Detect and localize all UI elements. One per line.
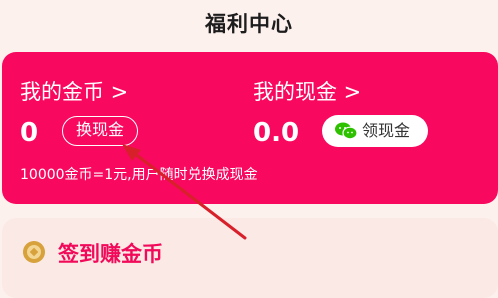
arrow-annotation [122,144,247,240]
